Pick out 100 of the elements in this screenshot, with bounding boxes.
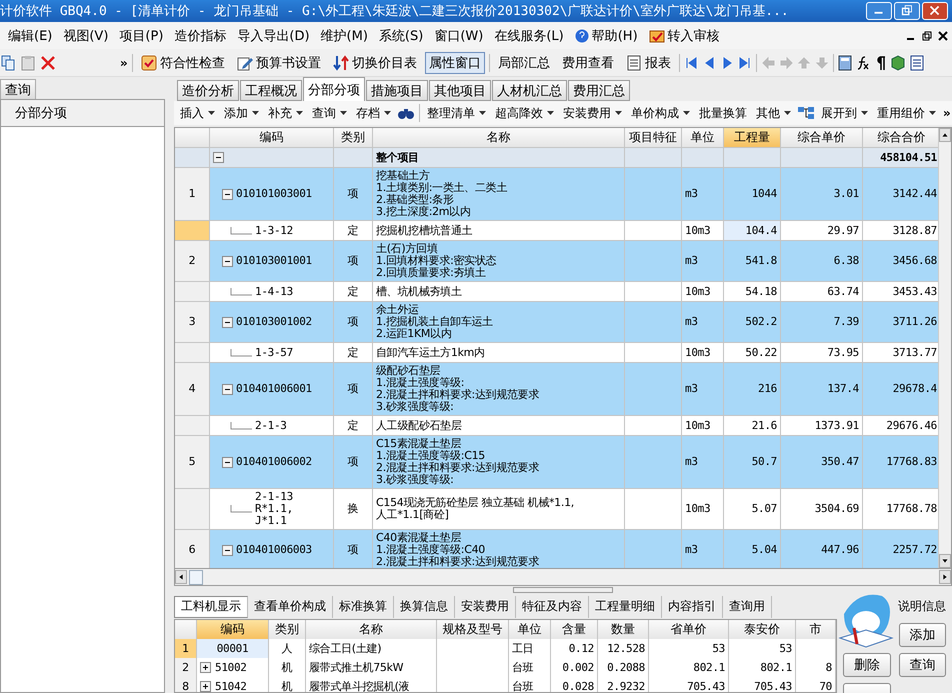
checkmark-icon[interactable] xyxy=(648,28,665,42)
toolbar-menu-button[interactable]: 添加 xyxy=(222,103,261,123)
column-header[interactable]: 名称 xyxy=(373,128,625,148)
column-header[interactable]: 单位 xyxy=(682,128,724,148)
toolbar-menu-button[interactable]: 安装费用 xyxy=(561,103,624,123)
splitter-handle[interactable] xyxy=(513,587,613,593)
toolbar-menu-button[interactable]: 补充 xyxy=(266,103,305,123)
tab[interactable]: 工料机显示 xyxy=(174,596,248,618)
column-header[interactable]: 省单价 xyxy=(649,620,729,640)
tab[interactable]: 查看单价构成 xyxy=(248,596,333,618)
column-header[interactable]: 名称 xyxy=(306,620,437,640)
collapse-icon[interactable] xyxy=(222,544,233,556)
toolbar-menu-button[interactable]: 其他 xyxy=(754,103,793,123)
vertical-scrollbar[interactable] xyxy=(938,128,951,568)
row-header[interactable]: 6 xyxy=(175,530,210,568)
column-header[interactable]: 含量 xyxy=(551,620,598,640)
side-button[interactable]: 删除 xyxy=(843,653,890,677)
horizontal-scrollbar[interactable] xyxy=(174,569,952,586)
calculator-icon[interactable] xyxy=(838,54,852,70)
overflow-chevron[interactable]: » xyxy=(120,56,128,70)
restore-button[interactable] xyxy=(894,2,920,20)
side-button[interactable]: 添加 xyxy=(898,623,946,647)
tab[interactable]: 工程概况 xyxy=(240,80,302,101)
tab[interactable]: 工程量明细 xyxy=(589,596,662,618)
menu-item[interactable]: 帮助(H) xyxy=(592,26,638,44)
tab[interactable]: 换算信息 xyxy=(394,596,455,618)
toolbar-button[interactable]: 报表 xyxy=(622,52,675,74)
menu-item[interactable]: 视图(V) xyxy=(63,26,108,44)
row-header[interactable]: 1 xyxy=(175,639,197,659)
scroll-up-icon[interactable] xyxy=(939,128,951,142)
tab[interactable]: 标准换算 xyxy=(333,596,394,618)
help-icon[interactable] xyxy=(574,28,589,42)
collapse-icon[interactable] xyxy=(222,188,233,200)
toolbar-menu-button[interactable]: 存档 xyxy=(354,103,393,123)
row-header[interactable]: 1 xyxy=(175,168,210,221)
row-header[interactable]: 2 xyxy=(175,241,210,282)
tab[interactable]: 查询用 xyxy=(723,596,772,618)
tab[interactable]: 措施项目 xyxy=(366,80,428,101)
toolbar-button[interactable]: 费用查看 xyxy=(558,52,618,74)
toolbar-button[interactable]: 预算书设置 xyxy=(232,52,325,74)
column-header[interactable]: 单位 xyxy=(509,620,551,640)
toolbar-menu-button[interactable]: 插入 xyxy=(178,103,217,123)
scroll-down-icon[interactable] xyxy=(939,554,951,568)
function-icon[interactable] xyxy=(856,54,870,70)
overflow-chevron[interactable]: » xyxy=(943,106,951,120)
tab[interactable]: 人材机汇总 xyxy=(492,80,567,101)
clipboard-icon[interactable] xyxy=(20,54,36,70)
close-icon[interactable] xyxy=(938,30,948,40)
scroll-left-icon[interactable] xyxy=(175,570,187,584)
toolbar-menu-button[interactable]: 超高降效 xyxy=(493,103,556,123)
column-header[interactable]: 综合合价 xyxy=(863,128,938,148)
row-header[interactable]: 5 xyxy=(175,436,210,489)
toolbar-menu-button[interactable]: 重用组价 xyxy=(875,103,938,123)
toolbar-button[interactable]: 局部汇总 xyxy=(494,52,554,74)
tab[interactable]: 分部分项 xyxy=(303,77,365,101)
row-header[interactable]: 2 xyxy=(175,658,197,678)
side-button[interactable]: 查询 xyxy=(898,653,946,677)
menu-item[interactable]: 窗口(W) xyxy=(434,26,484,44)
scroll-right-icon[interactable] xyxy=(939,570,951,584)
menu-item[interactable]: 维护(M) xyxy=(320,26,368,44)
table-icon[interactable] xyxy=(910,54,924,70)
tab[interactable]: 其他项目 xyxy=(429,80,491,101)
menu-item[interactable]: 系统(S) xyxy=(378,26,424,44)
cube-icon[interactable] xyxy=(890,54,906,70)
tab[interactable]: 费用汇总 xyxy=(568,80,630,101)
first-icon[interactable] xyxy=(684,56,698,70)
collapse-icon[interactable] xyxy=(222,456,233,468)
menu-item[interactable]: 导入导出(D) xyxy=(237,26,310,44)
column-header[interactable]: 类别 xyxy=(269,620,306,640)
query-tab[interactable]: 查询 xyxy=(0,79,36,99)
tab[interactable]: 内容指引 xyxy=(662,596,723,618)
menu-item[interactable]: 造价指标 xyxy=(174,26,226,44)
minimize-button[interactable] xyxy=(866,2,892,20)
toolbar-menu-button[interactable]: 单价构成 xyxy=(629,103,692,123)
column-header[interactable]: 编码 xyxy=(197,620,269,640)
scroll-thumb[interactable] xyxy=(189,570,203,584)
collapse-icon[interactable] xyxy=(222,384,233,394)
toolbar-menu-button[interactable]: 查询 xyxy=(310,103,349,123)
expand-icon[interactable] xyxy=(200,681,211,692)
toolbar-button[interactable]: 切换价目表 xyxy=(328,52,421,74)
row-header[interactable]: 4 xyxy=(175,363,210,416)
row-header[interactable]: 8 xyxy=(175,677,197,692)
binoculars-icon[interactable] xyxy=(398,106,414,120)
column-header[interactable]: 数量 xyxy=(598,620,649,640)
column-header[interactable]: 泰安价 xyxy=(729,620,796,640)
tab[interactable]: 造价分析 xyxy=(177,80,239,101)
collapse-icon[interactable] xyxy=(213,152,224,163)
toolbar-menu-button[interactable]: 批量换算 xyxy=(697,103,749,123)
tab[interactable]: 说明信息 xyxy=(892,596,952,618)
close-button[interactable] xyxy=(922,2,948,20)
toolbar-menu-button[interactable]: 展开到 xyxy=(819,103,870,123)
toolbar-button[interactable]: 符合性检查 xyxy=(136,52,229,74)
menu-item[interactable]: 项目(P) xyxy=(119,26,164,44)
column-header[interactable]: 编码 xyxy=(210,128,334,148)
column-header[interactable]: 类别 xyxy=(334,128,373,148)
collapse-icon[interactable] xyxy=(222,256,233,266)
menu-item[interactable]: 在线服务(L) xyxy=(494,26,564,44)
delete-icon[interactable] xyxy=(40,54,56,70)
copy-icon[interactable] xyxy=(0,54,16,70)
column-header[interactable]: 规格及型号 xyxy=(437,620,509,640)
